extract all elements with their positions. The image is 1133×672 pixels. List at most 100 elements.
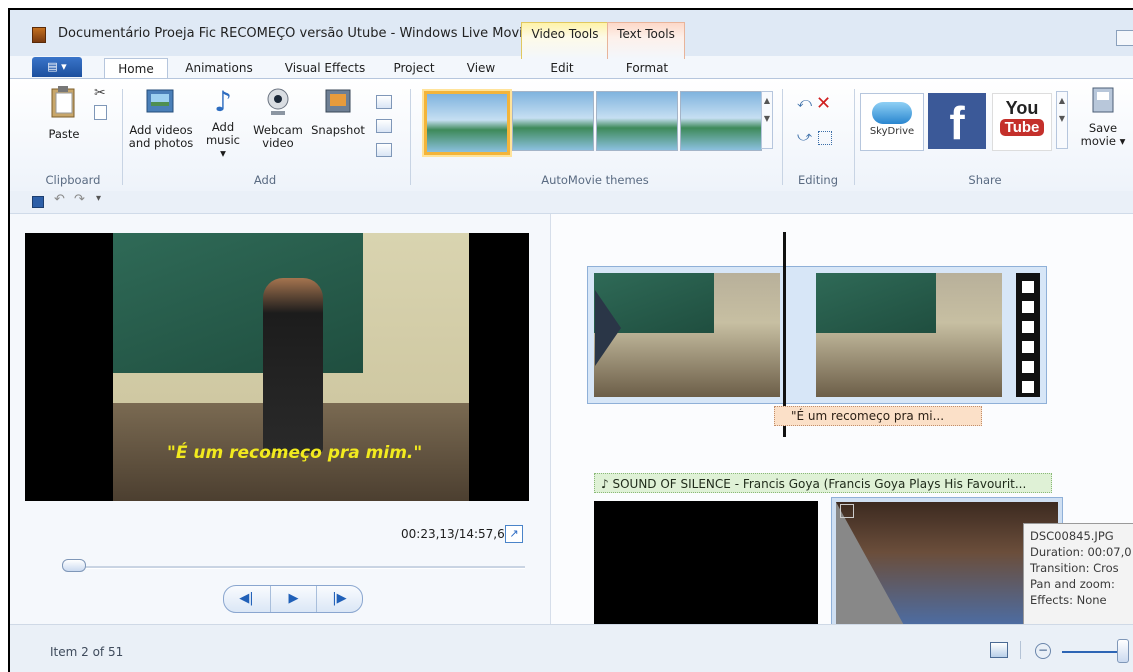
title-bar: Documentário Proeja Fic RECOMEÇO versão … [10,10,1133,59]
add-music-label-2: music ▾ [205,133,240,160]
themes-gallery-scroll[interactable]: ▲ ▼ [761,91,773,149]
storyboard-view-icon[interactable] [990,642,1008,658]
add-music-button[interactable]: ♪ Add music ▾ [202,87,244,160]
select-all-icon[interactable] [818,131,832,145]
black-clip[interactable] [594,501,818,629]
add-videos-button[interactable]: Add videos and photos [128,87,194,150]
video-clip[interactable] [587,266,1047,404]
save-movie-icon [1092,87,1114,113]
cut-icon[interactable]: ✂ [94,85,106,101]
clip-frame-1 [594,273,780,397]
play-button[interactable]: ▶ [270,586,317,612]
skydrive-label: SkyDrive [869,126,915,137]
ribbon-tabs: ▤ ▾ Home Animations Visual Effects Proje… [10,56,1133,80]
playback-controls: ◀| ▶ |▶ [223,585,363,613]
item-count: Item 2 of 51 [50,645,124,659]
save-icon[interactable] [32,196,44,208]
snapshot-label: Snapshot [311,123,365,137]
clip-tooltip: DSC00845.JPG Duration: 00:07,0 Transitio… [1023,523,1133,627]
share-gallery-scroll[interactable]: ▲ ▼ [1056,91,1068,149]
separator [122,89,123,185]
theme-thumbnail-2[interactable] [512,91,594,151]
seek-thumb[interactable] [62,559,86,572]
snapshot-icon [325,89,351,113]
webcam-icon [267,88,289,115]
add-videos-icon [146,89,174,113]
file-menu-button[interactable]: ▤ ▾ [32,57,82,77]
themes-group-label: AutoMovie themes [541,173,649,187]
minimize-button[interactable] [1116,30,1133,46]
paste-button[interactable]: Paste [42,85,86,141]
text-tools-header: Text Tools [607,22,685,59]
text-tools-label: Text Tools [617,27,675,41]
remove-icon[interactable]: ✕ [816,93,831,114]
add-group-label: Add [253,173,277,187]
paste-label: Paste [48,127,80,141]
clipboard-group-label: Clipboard [45,173,101,187]
separator [782,89,783,185]
tooltip-transition: Transition: Cros [1030,561,1119,575]
facebook-button[interactable]: f [928,93,986,149]
crossfade-transition [836,502,906,629]
youtube-you-label: You [1005,98,1039,118]
webcam-label-2: video [262,136,294,150]
theme-thumbnail-3[interactable] [596,91,678,151]
theme-thumbnail-1[interactable] [424,91,510,155]
zoom-slider[interactable] [1062,651,1122,653]
storyboard-pane: "É um recomeço pra mi... ♪ SOUND OF SILE… [551,214,1133,634]
webcam-video-button[interactable]: Webcam video [250,87,306,150]
app-icon[interactable] [32,27,46,43]
tab-edit[interactable]: Edit [540,58,584,78]
facebook-icon: f [949,97,965,149]
timecode: 00:23,13/14:57,61 [401,527,513,541]
undo-icon[interactable]: ↶ [54,192,65,207]
tooltip-pan-zoom: Pan and zoom: [1030,577,1115,591]
customize-qat-icon[interactable]: ▾ [96,193,101,204]
zoom-thumb[interactable] [1117,639,1129,663]
quick-access-toolbar: ↶ ↷ ▾ [10,191,1133,214]
tab-visual-effects[interactable]: Visual Effects [278,58,372,78]
separator [854,89,855,185]
clip-frame-2 [816,273,1002,397]
tab-animations[interactable]: Animations [176,58,262,78]
save-movie-button[interactable]: Save movie ▾ [1078,85,1128,148]
zoom-out-button[interactable]: − [1035,643,1051,659]
caption-overlay-item[interactable]: "É um recomeço pra mi... [774,406,982,426]
tab-home[interactable]: Home [104,58,168,80]
redo-icon[interactable]: ↷ [74,192,85,207]
credits-icon[interactable] [376,143,392,157]
video-preview[interactable]: "É um recomeço pra mim." [25,233,529,501]
skydrive-icon [872,102,912,124]
tab-format[interactable]: Format [620,58,674,78]
music-track-item[interactable]: ♪ SOUND OF SILENCE - Francis Goya (Franc… [594,473,1052,493]
transition-marker [595,290,621,366]
share-group-label: Share [968,173,1002,187]
window-title: Documentário Proeja Fic RECOMEÇO versão … [58,26,536,41]
person-figure [263,278,323,453]
seek-bar[interactable] [65,566,525,569]
copy-icon[interactable] [94,105,107,120]
video-tools-label: Video Tools [531,27,599,41]
rotate-left-icon[interactable]: ⤺ [797,95,812,111]
status-bar: Item 2 of 51 − [10,624,1133,672]
editing-group-label: Editing [797,173,839,187]
paste-icon [51,86,75,118]
title-icon[interactable] [376,95,392,109]
skydrive-button[interactable]: SkyDrive [860,93,924,151]
video-tools-header: Video Tools [521,22,609,59]
expand-icon[interactable]: ↗ [505,525,523,543]
next-frame-button[interactable]: |▶ [317,586,362,612]
tooltip-file: DSC00845.JPG [1030,529,1114,543]
caption-icon[interactable] [376,119,392,133]
tab-project[interactable]: Project [388,58,440,78]
rotate-right-icon[interactable]: ⤻ [797,129,812,145]
separator [410,89,411,185]
previous-frame-button[interactable]: ◀| [224,586,269,612]
theme-thumbnail-4[interactable] [680,91,762,151]
tab-view[interactable]: View [460,58,502,78]
tooltip-effects: Effects: None [1030,593,1107,607]
ribbon: Paste ✂ Clipboard Add videos and photos … [10,78,1133,192]
youtube-button[interactable]: You Tube [992,93,1052,151]
snapshot-button[interactable]: Snapshot [308,87,368,137]
film-sprocket [1016,273,1040,397]
